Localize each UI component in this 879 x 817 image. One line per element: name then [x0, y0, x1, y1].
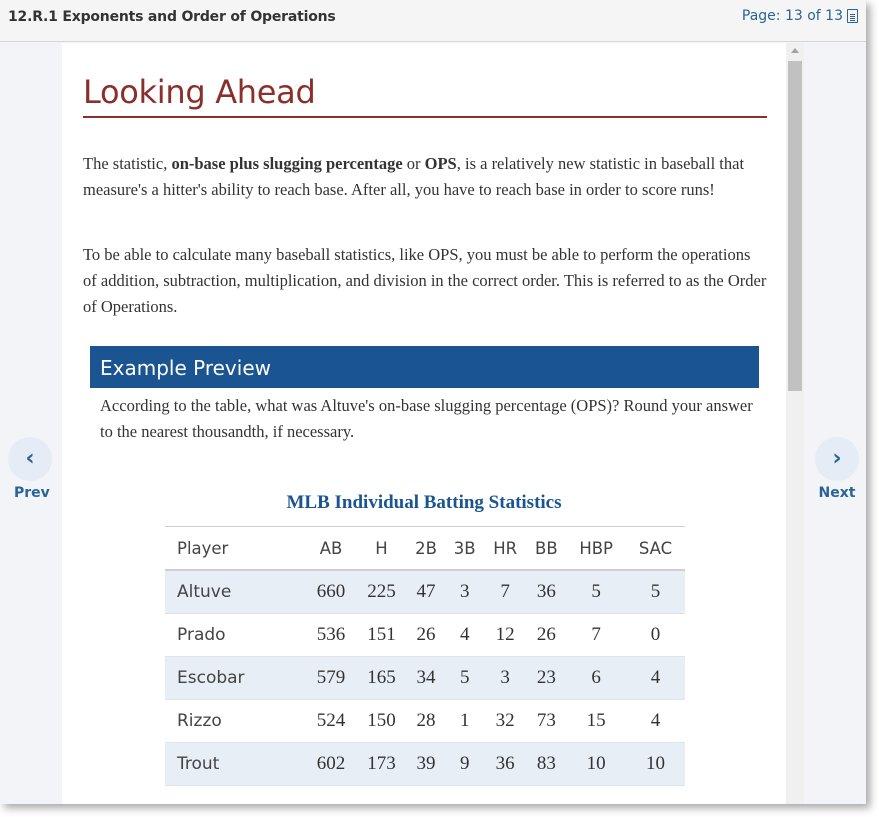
table-cell: 26 [416, 624, 436, 645]
table-row: Altuve 660 225 47 3 7 36 5 5 [165, 570, 685, 614]
player-cell: Escobar [177, 668, 245, 688]
table-cell: 10 [586, 753, 606, 774]
prev-button[interactable]: ‹ [8, 437, 52, 481]
para1-bold-term: on-base plus slugging percentage [171, 154, 403, 173]
table-cell: 660 [316, 581, 346, 602]
table-cell: 7 [500, 581, 510, 602]
table-cell: 225 [367, 581, 396, 602]
table-cell: 3 [500, 667, 510, 688]
table-cell: 83 [536, 753, 556, 774]
table-header-row: Player AB H 2B 3B HR BB HBP SAC [165, 526, 685, 570]
column-header: 2B [415, 538, 437, 558]
para1-text-2: or [402, 154, 425, 173]
table-cell: 34 [416, 667, 436, 688]
table-row: Rizzo 524 150 28 1 32 73 15 4 [165, 700, 685, 743]
player-cell: Rizzo [177, 711, 222, 731]
table-cell: 9 [459, 753, 470, 774]
table-cell: 150 [367, 710, 396, 731]
heading-divider [83, 116, 767, 118]
table-cell: 3 [459, 581, 470, 602]
content-frame: Looking Ahead The statistic, on-base plu… [62, 43, 804, 804]
lesson-title: 12.R.1 Exponents and Order of Operations [8, 9, 336, 25]
chevron-left-icon: ‹ [25, 446, 35, 471]
table-cell: 6 [591, 667, 601, 688]
table-cell: 536 [316, 624, 346, 645]
intro-paragraph: The statistic, on-base plus slugging per… [83, 151, 767, 203]
table-cell: 4 [459, 624, 470, 645]
scrollbar-thumb[interactable] [788, 61, 802, 391]
prev-nav: ‹ Prev [0, 437, 60, 501]
column-header: H [375, 538, 388, 558]
table-cell: 173 [367, 753, 396, 774]
table-cell: 12 [495, 624, 515, 645]
table-cell: 32 [495, 710, 515, 731]
order-of-operations-paragraph: To be able to calculate many baseball st… [83, 245, 767, 316]
vertical-scrollbar[interactable] [786, 43, 804, 804]
table-cell: 73 [536, 710, 556, 731]
column-header: 3B [453, 538, 476, 558]
batting-stats-table: Player AB H 2B 3B HR BB HBP SAC Altuve 6… [165, 526, 685, 786]
player-cell: Prado [177, 625, 226, 645]
prev-label[interactable]: Prev [0, 485, 60, 501]
table-cell: 524 [316, 710, 346, 731]
table-cell: 5 [591, 581, 601, 602]
column-header: AB [319, 538, 343, 558]
table-cell: 1 [459, 710, 470, 731]
para1-bold-ops: OPS [424, 154, 457, 173]
table-cell: 39 [416, 753, 436, 774]
table-cell: 602 [316, 753, 346, 774]
example-question: According to the table, what was Altuve'… [100, 396, 753, 441]
page-indicator-label: Page: 13 of 13 [741, 8, 843, 24]
table-cell: 5 [459, 667, 470, 688]
table-cell: 5 [650, 581, 661, 602]
table-row: Escobar 579 165 34 5 3 23 6 4 [165, 656, 685, 700]
table-cell: 4 [650, 710, 661, 731]
table-title: MLB Individual Batting Statistics [286, 492, 562, 513]
header-bar: 12.R.1 Exponents and Order of Operations… [0, 0, 866, 42]
table-cell: 4 [650, 667, 661, 688]
table-cell: 10 [645, 753, 665, 774]
example-preview-banner: Example Preview [90, 346, 759, 388]
table-cell: 23 [536, 667, 556, 688]
page-indicator[interactable]: Page: 13 of 13 [742, 8, 858, 24]
player-cell: Altuve [177, 582, 232, 602]
table-cell: 15 [586, 710, 606, 731]
example-preview-title: Example Preview [100, 356, 271, 380]
table-cell: 28 [416, 710, 436, 731]
scroll-up-arrow-icon[interactable] [791, 48, 799, 53]
table-cell: 579 [316, 667, 346, 688]
table-cell: 47 [416, 581, 436, 602]
table-row: Prado 536 151 26 4 12 26 7 0 [165, 614, 685, 657]
document-icon[interactable] [847, 9, 858, 23]
table-cell: 165 [367, 667, 396, 688]
lesson-window: 12.R.1 Exponents and Order of Operations… [0, 0, 866, 804]
next-nav: › Next [807, 437, 866, 501]
column-header: HBP [579, 538, 614, 558]
table-cell: 151 [367, 624, 396, 645]
table-cell: 36 [536, 581, 556, 602]
column-header: BB [535, 538, 558, 558]
column-header: SAC [638, 538, 673, 558]
table-row: Trout 602 173 39 9 36 83 10 10 [165, 742, 685, 786]
page-heading: Looking Ahead [83, 73, 316, 111]
column-header: Player [177, 538, 229, 558]
table-cell: 0 [650, 624, 661, 645]
next-label[interactable]: Next [807, 485, 866, 501]
table-cell: 26 [536, 624, 556, 645]
chevron-right-icon: › [832, 446, 842, 471]
column-header: HR [493, 538, 518, 558]
next-button[interactable]: › [815, 437, 859, 481]
player-cell: Trout [177, 754, 220, 774]
table-cell: 7 [591, 624, 601, 645]
para1-text-1: The statistic, [83, 154, 172, 173]
table-cell: 36 [495, 753, 515, 774]
